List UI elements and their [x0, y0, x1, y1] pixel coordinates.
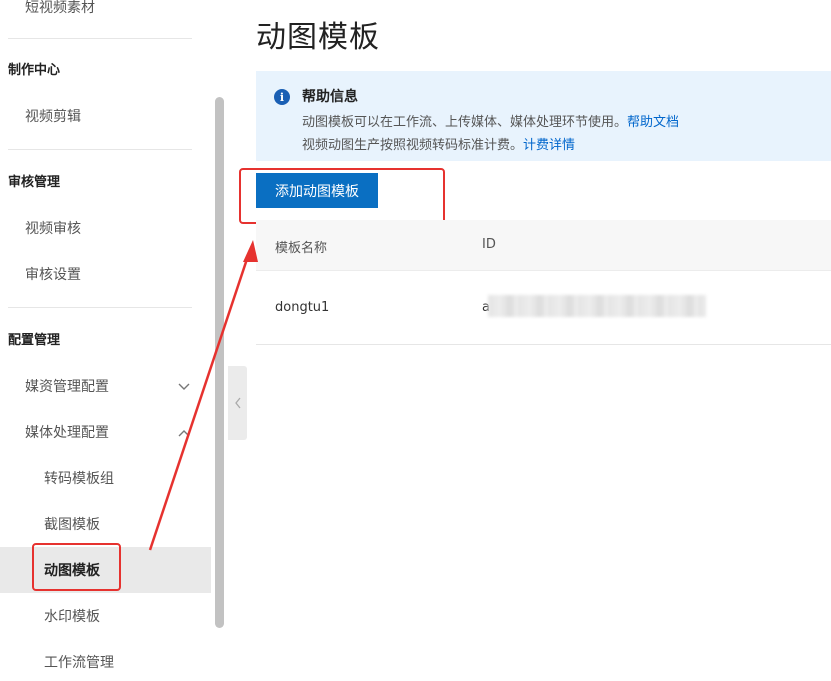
redacted-id	[488, 295, 706, 317]
column-template-name: 模板名称	[275, 241, 328, 256]
collapse-sidebar-handle[interactable]	[228, 366, 247, 440]
help-title: 帮助信息	[302, 89, 358, 105]
group-review: 审核管理	[8, 175, 61, 190]
sidebar-item-snapshot-template[interactable]: 截图模板	[44, 515, 100, 535]
help-doc-link[interactable]: 帮助文档	[627, 115, 679, 130]
sidebar-item-short-video[interactable]: 短视频素材	[25, 0, 95, 18]
group-production: 制作中心	[8, 63, 61, 78]
chevron-up-icon[interactable]	[177, 426, 191, 440]
sidebar-scrollbar[interactable]	[215, 97, 224, 628]
sidebar-item-video-review[interactable]: 视频审核	[25, 219, 81, 239]
highlight-box-button	[239, 168, 445, 224]
sidebar-item-video-edit[interactable]: 视频剪辑	[25, 107, 81, 127]
help-text-1: 动图模板可以在工作流、上传媒体、媒体处理环节使用。	[302, 115, 628, 130]
info-icon: i	[274, 89, 290, 105]
divider	[8, 307, 192, 308]
cell-template-name: dongtu1	[275, 300, 330, 315]
billing-detail-link[interactable]: 计费详情	[523, 138, 575, 153]
column-id: ID	[482, 237, 496, 252]
highlight-box-sidebar	[32, 543, 121, 591]
help-text-2: 视频动图生产按照视频转码标准计费。	[302, 138, 524, 153]
group-config: 配置管理	[8, 333, 61, 348]
help-info-box: i 帮助信息 动图模板可以在工作流、上传媒体、媒体处理环节使用。帮助文档 视频动…	[256, 71, 831, 161]
divider	[8, 149, 192, 150]
divider	[8, 38, 192, 39]
help-line-1: 动图模板可以在工作流、上传媒体、媒体处理环节使用。帮助文档	[302, 111, 679, 130]
sidebar-item-media-config[interactable]: 媒资管理配置	[25, 377, 109, 397]
table-row[interactable]: dongtu1 a	[256, 271, 831, 345]
help-line-2: 视频动图生产按照视频转码标准计费。计费详情	[302, 134, 575, 153]
sidebar-item-review-settings[interactable]: 审核设置	[25, 265, 81, 285]
page-title: 动图模板	[256, 20, 380, 55]
chevron-down-icon[interactable]	[177, 380, 191, 394]
sidebar-item-transcode-group[interactable]: 转码模板组	[44, 469, 114, 489]
sidebar-item-watermark-template[interactable]: 水印模板	[44, 607, 100, 627]
sidebar-item-processing-config[interactable]: 媒体处理配置	[25, 423, 109, 443]
table-header: 模板名称 ID	[256, 220, 831, 271]
sidebar: 短视频素材 制作中心 视频剪辑 审核管理 视频审核 审核设置 配置管理 媒资管理…	[0, 0, 211, 681]
chevron-left-icon	[234, 397, 241, 409]
sidebar-item-workflow[interactable]: 工作流管理	[44, 653, 114, 673]
